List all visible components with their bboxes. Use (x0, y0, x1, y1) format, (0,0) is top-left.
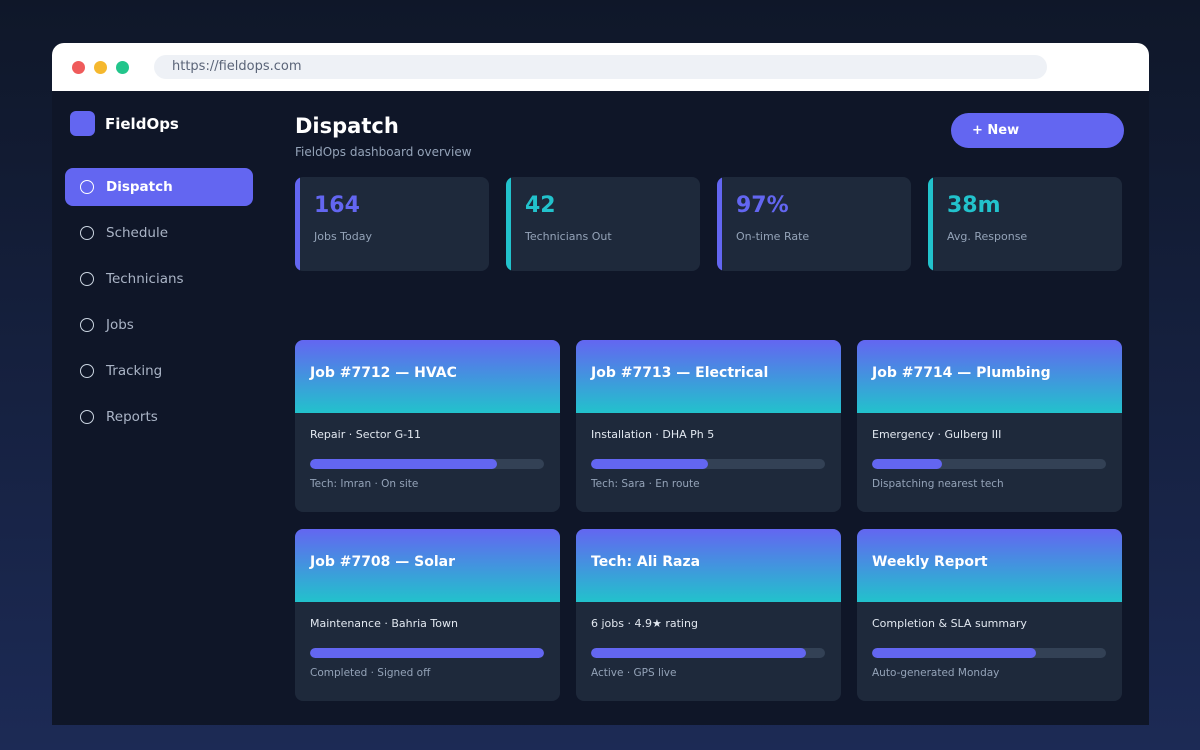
stat-value: 38m (947, 193, 1001, 218)
card-title: Weekly Report (857, 529, 1122, 602)
card-subtitle: Repair · Sector G-11 (310, 428, 422, 441)
progress-fill (310, 459, 498, 469)
circle-icon (80, 410, 94, 424)
card-title: Job #7714 — Plumbing (857, 340, 1122, 413)
new-button[interactable]: + New (951, 113, 1124, 148)
tech-card-ali-raza[interactable]: Tech: Ali Raza 6 jobs · 4.9★ rating Acti… (576, 529, 841, 701)
sidebar-item-tracking[interactable]: Tracking (65, 352, 253, 390)
sidebar-item-schedule[interactable]: Schedule (65, 214, 253, 252)
card-footer: Active · GPS live (591, 667, 677, 679)
page-subtitle: FieldOps dashboard overview (295, 145, 472, 159)
card-footer: Tech: Sara · En route (591, 478, 700, 490)
stat-label: Avg. Response (947, 230, 1028, 243)
progress-bar (872, 648, 1106, 658)
sidebar-item-label: Tracking (106, 363, 163, 379)
minimize-window-dot[interactable] (94, 61, 107, 74)
progress-bar (591, 459, 825, 469)
card-title: Job #7713 — Electrical (576, 340, 841, 413)
stat-accent-bar (717, 177, 722, 271)
job-card-7708[interactable]: Job #7708 — Solar Maintenance · Bahria T… (295, 529, 560, 701)
stat-card-on-time-rate: 97% On-time Rate (717, 177, 911, 271)
brand[interactable]: FieldOps (70, 111, 179, 136)
brand-logo-icon (70, 111, 95, 136)
progress-fill (591, 459, 708, 469)
maximize-window-dot[interactable] (116, 61, 129, 74)
sidebar-item-reports[interactable]: Reports (65, 398, 253, 436)
stat-value: 164 (314, 193, 360, 218)
stat-label: On-time Rate (736, 230, 810, 243)
circle-icon (80, 180, 94, 194)
card-footer: Dispatching nearest tech (872, 478, 1004, 490)
card-subtitle: Emergency · Gulberg III (872, 428, 1002, 441)
card-subtitle: Completion & SLA summary (872, 617, 1027, 630)
brand-name: FieldOps (105, 114, 179, 133)
circle-icon (80, 364, 94, 378)
address-bar[interactable]: https://fieldops.com (154, 55, 1047, 79)
sidebar-item-jobs[interactable]: Jobs (65, 306, 253, 344)
sidebar-item-label: Schedule (106, 225, 169, 241)
stat-value: 97% (736, 193, 789, 218)
progress-fill (310, 648, 544, 658)
progress-bar (310, 648, 544, 658)
sidebar-item-dispatch[interactable]: Dispatch (65, 168, 253, 206)
stat-label: Technicians Out (525, 230, 612, 243)
progress-fill (591, 648, 807, 658)
circle-icon (80, 318, 94, 332)
page-title: Dispatch (295, 114, 399, 138)
progress-fill (872, 459, 943, 469)
card-footer: Auto-generated Monday (872, 667, 1000, 679)
stat-value: 42 (525, 193, 556, 218)
circle-icon (80, 272, 94, 286)
card-title: Job #7712 — HVAC (295, 340, 560, 413)
browser-window: https://fieldops.com FieldOps Dispatch S… (52, 43, 1149, 725)
stat-accent-bar (295, 177, 300, 271)
stat-accent-bar (928, 177, 933, 271)
close-window-dot[interactable] (72, 61, 85, 74)
progress-bar (310, 459, 544, 469)
card-subtitle: 6 jobs · 4.9★ rating (591, 617, 698, 630)
card-subtitle: Maintenance · Bahria Town (310, 617, 458, 630)
stat-label: Jobs Today (314, 230, 372, 243)
card-footer: Completed · Signed off (310, 667, 431, 679)
progress-bar (872, 459, 1106, 469)
stat-accent-bar (506, 177, 511, 271)
card-title: Tech: Ali Raza (576, 529, 841, 602)
sidebar-item-label: Jobs (106, 317, 134, 333)
job-card-7712[interactable]: Job #7712 — HVAC Repair · Sector G-11 Te… (295, 340, 560, 512)
sidebar-item-label: Dispatch (106, 179, 173, 195)
progress-bar (591, 648, 825, 658)
job-card-7713[interactable]: Job #7713 — Electrical Installation · DH… (576, 340, 841, 512)
browser-titlebar: https://fieldops.com (52, 43, 1149, 91)
card-subtitle: Installation · DHA Ph 5 (591, 428, 715, 441)
circle-icon (80, 226, 94, 240)
stat-card-jobs-today: 164 Jobs Today (295, 177, 489, 271)
sidebar: FieldOps Dispatch Schedule Technicians J… (52, 91, 272, 725)
sidebar-item-technicians[interactable]: Technicians (65, 260, 253, 298)
card-title: Job #7708 — Solar (295, 529, 560, 602)
main-content: Dispatch FieldOps dashboard overview + N… (295, 91, 1149, 725)
stat-card-avg-response: 38m Avg. Response (928, 177, 1122, 271)
job-card-7714[interactable]: Job #7714 — Plumbing Emergency · Gulberg… (857, 340, 1122, 512)
stat-card-technicians-out: 42 Technicians Out (506, 177, 700, 271)
progress-fill (872, 648, 1036, 658)
card-footer: Tech: Imran · On site (310, 478, 419, 490)
weekly-report-card[interactable]: Weekly Report Completion & SLA summary A… (857, 529, 1122, 701)
sidebar-item-label: Technicians (106, 271, 184, 287)
sidebar-item-label: Reports (106, 409, 158, 425)
